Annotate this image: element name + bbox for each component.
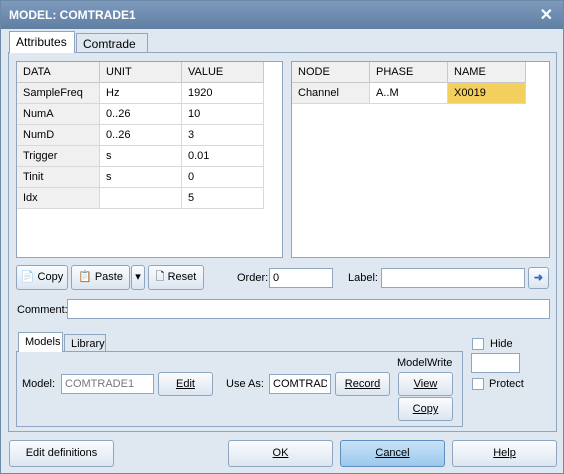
cell-data[interactable]: Trigger <box>17 145 100 167</box>
edit-button[interactable]: Edit <box>158 372 213 396</box>
column-header-unit[interactable]: UNIT <box>99 62 182 83</box>
table-row[interactable]: Tinit s 0 <box>17 166 264 188</box>
table-row[interactable]: Trigger s 0.01 <box>17 145 264 167</box>
help-button-label: Help <box>493 447 516 459</box>
tab-library[interactable]: Library <box>64 334 106 352</box>
model-input[interactable] <box>61 374 154 394</box>
apply-label-button[interactable]: ➜ <box>528 267 549 289</box>
tab-library-label: Library <box>71 338 105 350</box>
model-dialog: MODEL: COMTRADE1 ✕ Attributes Comtrade D… <box>0 0 564 474</box>
comment-input[interactable] <box>67 299 550 319</box>
reset-icon: 🗋 <box>155 271 165 283</box>
comment-label: Comment: <box>17 304 68 316</box>
cell-value[interactable]: 0 <box>181 166 264 188</box>
cell-unit[interactable]: s <box>99 145 182 167</box>
copy-button[interactable]: 📄 Copy <box>16 265 68 290</box>
copy-button-label: Copy <box>37 271 64 283</box>
cell-data[interactable]: NumA <box>17 103 100 125</box>
close-icon[interactable]: ✕ <box>540 5 553 25</box>
protect-label: Protect <box>489 378 524 390</box>
cell-value[interactable]: 3 <box>181 124 264 146</box>
copy-icon: 📄 <box>20 271 35 283</box>
hide-label: Hide <box>490 338 513 350</box>
tab-comtrade-label: Comtrade <box>83 37 136 51</box>
reset-button-label: Reset <box>167 271 197 283</box>
use-as-input[interactable] <box>269 374 331 394</box>
arrow-right-icon: ➜ <box>533 272 544 284</box>
hide-input[interactable] <box>471 353 520 373</box>
window-title: MODEL: COMTRADE1 <box>9 8 136 22</box>
cell-name-selected[interactable]: X0019 <box>447 82 526 104</box>
cell-unit[interactable]: Hz <box>99 82 182 104</box>
cell-data[interactable]: Idx <box>17 187 100 209</box>
cancel-button[interactable]: Cancel <box>340 440 445 467</box>
cell-value[interactable]: 10 <box>181 103 264 125</box>
table-row[interactable]: Idx 5 <box>17 187 264 209</box>
cell-data[interactable]: NumD <box>17 124 100 146</box>
cell-unit[interactable]: 0..26 <box>99 124 182 146</box>
cell-data[interactable]: SampleFreq <box>17 82 100 104</box>
column-header-data[interactable]: DATA <box>17 62 100 83</box>
protect-checkbox[interactable] <box>472 378 484 390</box>
cell-unit[interactable] <box>99 187 182 209</box>
paste-icon: 📋 <box>78 271 92 283</box>
cell-node[interactable]: Channel <box>292 82 370 104</box>
table-row[interactable]: NumD 0..26 3 <box>17 124 264 146</box>
column-header-name[interactable]: NAME <box>447 62 526 83</box>
modelwrite-copy-button[interactable]: Copy <box>398 397 453 421</box>
cell-data[interactable]: Tinit <box>17 166 100 188</box>
table-row[interactable]: Channel A..M X0019 <box>292 82 526 104</box>
cell-unit[interactable]: 0..26 <box>99 103 182 125</box>
record-button[interactable]: Record <box>335 372 390 396</box>
tab-comtrade[interactable]: Comtrade <box>76 33 148 53</box>
help-button[interactable]: Help <box>452 440 557 467</box>
paste-dropdown-button[interactable]: ▾ <box>131 265 145 290</box>
column-header-phase[interactable]: PHASE <box>369 62 448 83</box>
column-header-node[interactable]: NODE <box>292 62 370 83</box>
view-button[interactable]: View <box>398 372 453 396</box>
ok-button-label: OK <box>272 447 289 459</box>
tab-models-label: Models <box>25 336 61 348</box>
table-row[interactable]: SampleFreq Hz 1920 <box>17 82 264 104</box>
order-input[interactable] <box>269 268 333 288</box>
tab-attributes[interactable]: Attributes <box>9 31 75 53</box>
table-row[interactable]: NumA 0..26 10 <box>17 103 264 125</box>
label-input[interactable] <box>381 268 525 288</box>
chevron-down-icon: ▾ <box>135 271 141 283</box>
cell-value[interactable]: 1920 <box>181 82 264 104</box>
cell-unit[interactable]: s <box>99 166 182 188</box>
modelwrite-copy-button-label: Copy <box>412 403 439 415</box>
title-bar: MODEL: COMTRADE1 ✕ <box>1 1 563 29</box>
column-header-value[interactable]: VALUE <box>181 62 264 83</box>
paste-button[interactable]: 📋 Paste <box>71 265 130 290</box>
tab-models[interactable]: Models <box>18 332 63 352</box>
tab-attributes-label: Attributes <box>16 35 67 49</box>
cell-value[interactable]: 0.01 <box>181 145 264 167</box>
view-button-label: View <box>413 378 438 390</box>
edit-definitions-button-label: Edit definitions <box>25 447 98 459</box>
ok-button[interactable]: OK <box>228 440 333 467</box>
edit-button-label: Edit <box>176 378 195 390</box>
node-grid[interactable]: NODE PHASE NAME Channel A..M X0019 <box>291 61 550 258</box>
hide-checkbox[interactable] <box>472 338 484 350</box>
cancel-button-label: Cancel <box>375 447 410 459</box>
order-label: Order: <box>237 272 269 284</box>
attributes-grid[interactable]: DATA UNIT VALUE SampleFreq Hz 1920 NumA … <box>16 61 283 258</box>
label-label: Label: <box>348 272 378 284</box>
paste-button-label: Paste <box>94 271 123 283</box>
modelwrite-label: ModelWrite <box>397 357 453 369</box>
reset-button[interactable]: 🗋 Reset <box>148 265 204 290</box>
cell-value[interactable]: 5 <box>181 187 264 209</box>
edit-definitions-button[interactable]: Edit definitions <box>9 440 114 467</box>
cell-phase[interactable]: A..M <box>369 82 448 104</box>
record-button-label: Record <box>344 378 381 390</box>
use-as-label: Use As: <box>226 378 264 390</box>
model-label: Model: <box>22 378 56 390</box>
